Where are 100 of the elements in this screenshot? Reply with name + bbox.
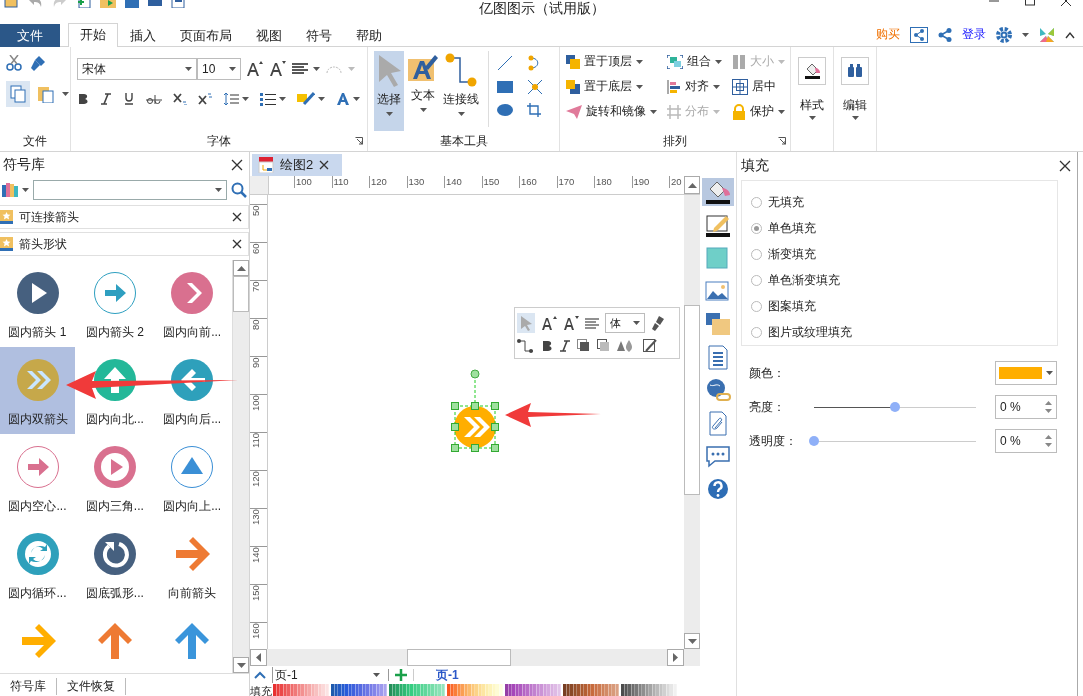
fill-option[interactable]: 无填充 <box>751 193 1057 211</box>
subscript-icon[interactable] <box>173 93 187 105</box>
caret-icon[interactable] <box>385 112 393 116</box>
curve-icon[interactable] <box>527 55 541 71</box>
scroll-down-button[interactable] <box>233 657 249 673</box>
caret-icon[interactable] <box>808 116 816 120</box>
symbol-item[interactable]: 圆内向上... <box>154 434 230 521</box>
up-arrow-icon[interactable] <box>687 182 697 188</box>
caret-icon[interactable] <box>1046 371 1053 375</box>
send-back-icon[interactable] <box>597 339 611 353</box>
library-header[interactable]: 箭头形状 <box>0 232 249 256</box>
radio-button[interactable] <box>751 326 762 338</box>
spin-arrows-icon[interactable] <box>1045 435 1052 447</box>
paste-icon[interactable] <box>38 85 54 103</box>
caret-icon[interactable] <box>636 59 643 64</box>
strikethrough-icon[interactable] <box>146 93 162 105</box>
close-icon[interactable] <box>232 212 242 222</box>
ribbon-tab[interactable]: 开始 <box>68 23 118 47</box>
crop-icon[interactable] <box>527 103 541 117</box>
copy-icon[interactable] <box>10 85 26 103</box>
add-page-icon[interactable] <box>395 669 407 681</box>
font-size-field[interactable]: 10 <box>197 58 241 80</box>
arrange-button[interactable]: 保护 <box>732 103 785 120</box>
bold-icon[interactable] <box>541 340 553 352</box>
align-icon[interactable] <box>667 79 681 94</box>
close-icon[interactable] <box>232 239 242 249</box>
bullet-list-icon[interactable] <box>260 92 276 106</box>
caret-icon[interactable] <box>713 84 720 89</box>
selected-double-arrow-shape[interactable] <box>450 369 500 453</box>
page-select[interactable]: 页-1 <box>272 667 382 683</box>
grow-font-icon[interactable] <box>541 316 557 330</box>
expand-icon[interactable] <box>254 671 266 679</box>
arrange-button[interactable]: 置于顶层 <box>566 53 657 70</box>
fill-option[interactable]: 单色填充 <box>751 219 1057 237</box>
brush-icon[interactable] <box>651 315 665 331</box>
library-header[interactable]: 可连接箭头 <box>0 205 249 229</box>
edit-button[interactable]: 编辑 <box>833 47 877 120</box>
caret-icon[interactable] <box>62 92 69 96</box>
caret-icon[interactable] <box>22 188 29 192</box>
group-icon[interactable] <box>667 54 683 69</box>
file-menu-button[interactable]: 文件 <box>0 24 60 47</box>
caret-icon[interactable] <box>633 321 640 325</box>
close-icon[interactable] <box>1059 160 1071 172</box>
symbol-item[interactable]: 圆底弧形... <box>77 521 153 608</box>
caret-icon[interactable] <box>242 97 249 101</box>
share-icon[interactable] <box>938 27 952 42</box>
scissors-icon[interactable] <box>6 55 22 71</box>
paper-plane-icon[interactable] <box>566 104 582 119</box>
page-tab[interactable]: 页-1 <box>436 666 459 684</box>
slider-thumb[interactable] <box>890 402 900 412</box>
tool-button[interactable]: 文本 <box>408 51 438 131</box>
symbol-item[interactable]: 圆内向前... <box>154 260 230 347</box>
line-spacing-icon[interactable] <box>223 92 239 106</box>
scroll-down-button[interactable] <box>684 633 700 649</box>
left-arrow-icon[interactable] <box>256 653 261 662</box>
down-arrow-icon[interactable] <box>236 662 246 668</box>
send-back-icon[interactable] <box>566 79 580 94</box>
rectangle-icon[interactable] <box>497 80 513 94</box>
caret-icon[interactable] <box>715 59 722 64</box>
ribbon-tab[interactable]: 符号 <box>294 24 344 47</box>
scrollbar-thumb[interactable] <box>407 649 511 666</box>
panel-tab[interactable]: 文件恢复 <box>57 677 126 695</box>
caret-icon[interactable] <box>851 116 859 120</box>
dialog-launcher-icon[interactable] <box>355 137 363 145</box>
center-icon[interactable] <box>732 78 748 95</box>
radio-button[interactable] <box>751 248 762 260</box>
format-painter-icon[interactable] <box>30 55 46 71</box>
bring-front-icon[interactable] <box>577 339 591 353</box>
scrollbar-thumb[interactable] <box>233 276 249 312</box>
align-text-icon[interactable] <box>292 63 308 75</box>
tool-button[interactable]: 选择 <box>374 51 404 131</box>
fill-option[interactable]: 图片或纹理填充 <box>751 323 1057 341</box>
bring-front-icon[interactable] <box>566 54 580 69</box>
color-picker[interactable] <box>995 361 1057 385</box>
arrange-button[interactable]: 组合 <box>667 53 722 70</box>
caret-icon[interactable] <box>457 112 465 116</box>
caret-icon[interactable] <box>313 67 320 71</box>
library-icon[interactable] <box>2 182 18 198</box>
scrollbar-thumb[interactable] <box>684 305 700 495</box>
caret-icon[interactable] <box>229 67 236 71</box>
bold-icon[interactable] <box>77 93 89 105</box>
symbol-item[interactable]: 圆内循环... <box>0 521 75 608</box>
font-color-icon[interactable] <box>336 92 350 106</box>
line-icon[interactable] <box>497 55 513 71</box>
font-name-field[interactable]: 宋体 <box>77 58 197 80</box>
arrange-button[interactable]: 置于底层 <box>566 78 657 95</box>
caret-icon[interactable] <box>185 67 192 71</box>
cross-point-icon[interactable] <box>527 79 543 95</box>
caret-icon[interactable] <box>419 108 427 112</box>
right-arrow-icon[interactable] <box>673 653 678 662</box>
italic-icon[interactable] <box>559 340 571 352</box>
ellipse-icon[interactable] <box>497 103 513 117</box>
scroll-up-button[interactable] <box>684 176 700 194</box>
font-name-field[interactable]: 体 <box>605 313 645 333</box>
radio-button[interactable] <box>751 222 762 234</box>
scroll-right-button[interactable] <box>667 649 684 666</box>
caret-icon[interactable] <box>778 109 785 114</box>
caret-icon[interactable] <box>318 97 325 101</box>
ribbon-tab[interactable]: 帮助 <box>344 24 394 47</box>
collapse-icon[interactable] <box>1065 30 1075 39</box>
